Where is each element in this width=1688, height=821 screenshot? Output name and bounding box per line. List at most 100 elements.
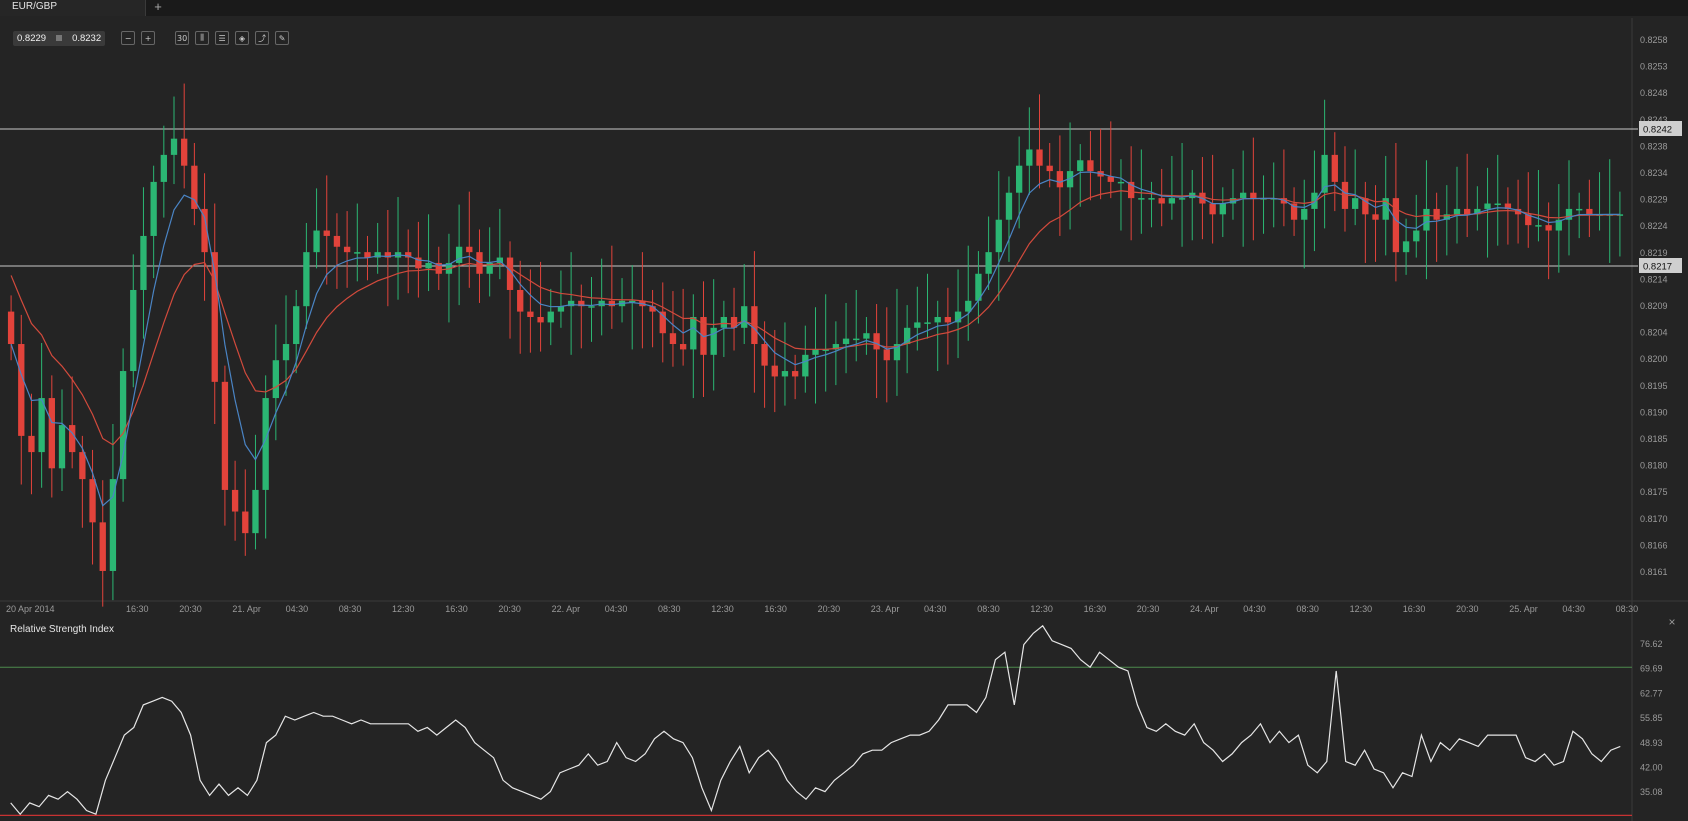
candle[interactable] — [1087, 160, 1094, 172]
candle[interactable] — [863, 333, 870, 339]
zoom-out-icon[interactable]: − — [121, 31, 136, 45]
candle[interactable] — [1158, 198, 1165, 204]
overlay-icon[interactable]: ⤴ — [255, 31, 270, 45]
candle[interactable] — [89, 479, 96, 523]
candle[interactable] — [944, 317, 952, 323]
candle[interactable] — [720, 317, 728, 328]
candle[interactable] — [1586, 208, 1593, 215]
candle[interactable] — [914, 322, 921, 328]
candle[interactable] — [293, 306, 300, 345]
candle[interactable] — [853, 338, 860, 341]
candle[interactable] — [1240, 192, 1247, 199]
candle[interactable] — [791, 371, 799, 377]
candle[interactable] — [1535, 225, 1542, 227]
candle[interactable] — [1484, 203, 1491, 209]
candle[interactable] — [425, 262, 432, 269]
candle[interactable] — [517, 289, 524, 312]
candle[interactable] — [28, 435, 35, 453]
candle[interactable] — [537, 317, 544, 323]
candle[interactable] — [1423, 208, 1430, 231]
candle[interactable] — [170, 138, 178, 155]
candle[interactable] — [364, 252, 371, 258]
candle[interactable] — [99, 522, 106, 571]
zoom-in-icon[interactable]: + — [141, 31, 156, 45]
candle[interactable] — [1026, 149, 1033, 166]
candle[interactable] — [466, 246, 473, 253]
candle[interactable] — [995, 219, 1002, 253]
candle[interactable] — [1056, 171, 1064, 188]
candle[interactable] — [272, 360, 279, 399]
candle[interactable] — [242, 511, 249, 534]
candle[interactable] — [1453, 208, 1461, 215]
candle[interactable] — [1433, 208, 1440, 220]
candle[interactable] — [343, 246, 351, 253]
candle[interactable] — [1576, 208, 1583, 211]
candle[interactable] — [741, 306, 748, 328]
candle[interactable] — [781, 371, 789, 377]
candle[interactable] — [608, 300, 616, 307]
candle[interactable] — [1250, 192, 1257, 199]
candle[interactable] — [160, 154, 167, 182]
candle[interactable] — [181, 138, 188, 166]
candle[interactable] — [1545, 225, 1552, 231]
candle[interactable] — [38, 398, 45, 453]
candle[interactable] — [1392, 198, 1400, 253]
candle[interactable] — [1464, 208, 1471, 215]
candle[interactable] — [669, 333, 677, 345]
candle[interactable] — [313, 230, 320, 253]
candle[interactable] — [1148, 198, 1155, 200]
candle[interactable] — [527, 311, 534, 317]
candle[interactable] — [985, 252, 992, 274]
candle[interactable] — [109, 479, 117, 571]
candle[interactable] — [771, 365, 778, 377]
rsi-line[interactable] — [10, 624, 1621, 816]
candle[interactable] — [221, 381, 229, 490]
candle[interactable] — [231, 489, 239, 512]
candle[interactable] — [679, 344, 687, 350]
candles-icon[interactable]: ⫼ — [195, 31, 210, 45]
candle[interactable] — [282, 344, 290, 361]
candle[interactable] — [1117, 181, 1125, 184]
candle[interactable] — [1168, 198, 1176, 204]
candle[interactable] — [1352, 198, 1359, 209]
candle[interactable] — [476, 252, 483, 274]
candle[interactable] — [934, 317, 941, 323]
candle[interactable] — [588, 306, 595, 308]
price-chart[interactable]: 0.82580.82530.82480.82430.82380.82340.82… — [0, 0, 1688, 821]
candle[interactable] — [1301, 208, 1308, 220]
candle[interactable] — [883, 349, 890, 361]
candle[interactable] — [924, 322, 931, 324]
candle[interactable] — [1494, 203, 1501, 206]
candle[interactable] — [18, 344, 25, 436]
candle[interactable] — [1331, 154, 1338, 182]
candle[interactable] — [150, 181, 157, 236]
candle[interactable] — [1219, 203, 1226, 215]
indicators-icon[interactable]: ☰ — [215, 31, 230, 45]
candle[interactable] — [842, 338, 850, 345]
candle[interactable] — [1413, 230, 1420, 242]
candle[interactable] — [69, 425, 76, 453]
candle[interactable] — [1015, 165, 1023, 193]
candle[interactable] — [965, 300, 972, 312]
candle[interactable] — [1209, 203, 1216, 215]
candle[interactable] — [323, 230, 330, 236]
candle[interactable] — [333, 235, 341, 247]
candle[interactable] — [130, 289, 137, 372]
candle[interactable] — [1372, 214, 1379, 220]
candle[interactable] — [812, 349, 819, 355]
candle[interactable] — [79, 452, 86, 480]
candle[interactable] — [48, 398, 55, 469]
close-rsi-icon[interactable]: × — [1666, 616, 1678, 628]
candle[interactable] — [710, 327, 717, 355]
candle[interactable] — [873, 333, 880, 350]
candle[interactable] — [1178, 198, 1186, 200]
candle[interactable] — [761, 344, 768, 366]
candle[interactable] — [1036, 149, 1043, 166]
candle[interactable] — [354, 252, 361, 254]
candle[interactable] — [1046, 165, 1053, 172]
candle[interactable] — [140, 235, 147, 290]
candle[interactable] — [252, 489, 259, 534]
candle[interactable] — [802, 354, 809, 377]
candle[interactable] — [303, 252, 310, 307]
candle[interactable] — [690, 317, 697, 350]
